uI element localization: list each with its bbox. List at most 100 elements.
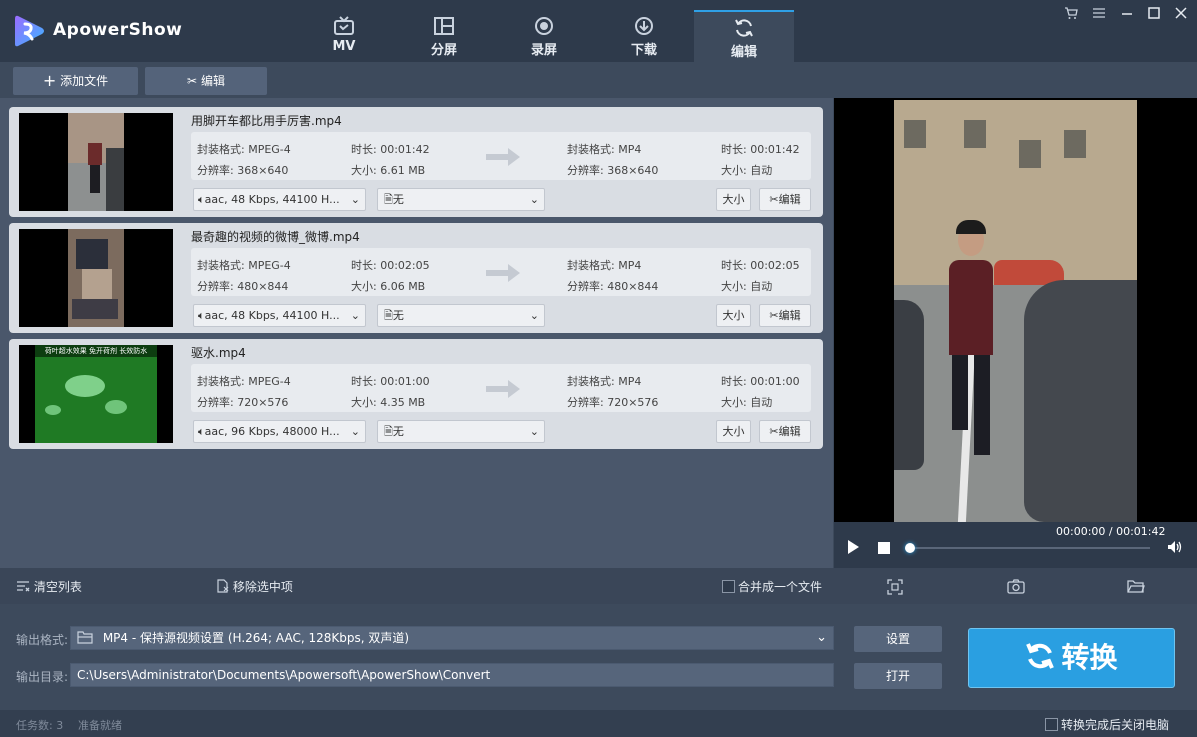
target-format: 封装格式: MP4 (567, 375, 642, 388)
edit-file-button[interactable]: ✂编辑 (759, 188, 811, 211)
status-text: 准备就绪 (78, 719, 122, 732)
video-thumbnail (19, 113, 173, 211)
source-size: 大小: 6.06 MB (351, 280, 426, 293)
open-folder-button[interactable]: 打开 (854, 663, 942, 689)
convert-button[interactable]: 转换 (968, 628, 1175, 688)
video-preview[interactable] (834, 98, 1197, 522)
tab-edit[interactable]: 编辑 (694, 10, 794, 62)
file-info-panel: 封装格式: MPEG-4 时长: 00:01:42 分辨率: 368×640 大… (191, 132, 811, 180)
folder-grid-icon (77, 631, 93, 644)
tab-edit-label: 编辑 (730, 45, 757, 60)
document-icon: 🗎︎ (384, 309, 393, 322)
source-format: 封装格式: MPEG-4 (197, 259, 291, 272)
convert-refresh-icon (1026, 643, 1055, 669)
target-size: 大小: 自动 (721, 280, 773, 293)
download-icon (635, 17, 653, 35)
source-resolution: 分辨率: 480×844 (197, 280, 289, 293)
camera-icon[interactable] (1007, 579, 1025, 594)
target-duration: 时长: 00:01:00 (721, 375, 800, 388)
source-size: 大小: 4.35 MB (351, 396, 426, 409)
target-duration: 时长: 00:01:42 (721, 143, 800, 156)
file-card[interactable]: 最奇趣的视频的微博_微博.mp4 封装格式: MPEG-4 时长: 00:02:… (9, 223, 823, 333)
convert-arrow-icon (486, 148, 520, 166)
video-thumbnail (19, 229, 173, 327)
file-name: 驱水.mp4 (191, 346, 246, 360)
video-thumbnail: 荷叶超水效果 免开荷剂 长效防水 (19, 345, 173, 443)
app-logo-icon (15, 15, 44, 47)
audio-track-select[interactable]: 🔈︎aac, 48 Kbps, 44100 H... ⌄ (193, 304, 366, 327)
subtitle-select[interactable]: 🗎︎无 ⌄ (377, 304, 545, 327)
edit-toolbar-button[interactable]: ✂ 编辑 (145, 67, 267, 95)
scissors-icon: ✂ (769, 425, 779, 438)
seek-handle[interactable] (905, 543, 915, 553)
speaker-icon: 🔈︎ (198, 193, 205, 206)
output-format-label: 输出格式: (16, 633, 69, 647)
refresh-icon (735, 19, 753, 37)
settings-button[interactable]: 设置 (854, 626, 942, 652)
folder-icon[interactable] (1127, 579, 1145, 594)
player-controls: 00:00:00 / 00:01:42 (834, 522, 1197, 568)
edit-file-button[interactable]: ✂编辑 (759, 304, 811, 327)
audio-track-select[interactable]: 🔈︎aac, 48 Kbps, 44100 H... ⌄ (193, 188, 366, 211)
tab-download[interactable]: 下载 (594, 10, 694, 62)
remove-selected-button[interactable]: 移除选中项 (216, 578, 293, 595)
edit-file-button[interactable]: ✂编辑 (759, 420, 811, 443)
scissors-icon: ✂ (769, 309, 779, 322)
scissors-icon: ✂ (769, 193, 779, 206)
menu-icon[interactable] (1090, 6, 1108, 24)
toolbar: + 添加文件 ✂ 编辑 (0, 62, 1197, 98)
source-duration: 时长: 00:01:42 (351, 143, 430, 156)
tab-mv-label: MV (332, 39, 356, 54)
subtitle-select[interactable]: 🗎︎无 ⌄ (377, 420, 545, 443)
close-icon[interactable] (1172, 6, 1190, 24)
tv-icon (334, 16, 354, 35)
maximize-icon[interactable] (1145, 6, 1163, 24)
convert-arrow-icon (486, 264, 520, 282)
size-button[interactable]: 大小 (716, 420, 751, 443)
size-button[interactable]: 大小 (716, 188, 751, 211)
stop-icon[interactable] (878, 542, 890, 554)
file-list: 用脚开车都比用手厉害.mp4 封装格式: MPEG-4 时长: 00:01:42… (0, 98, 833, 568)
file-card[interactable]: 用脚开车都比用手厉害.mp4 封装格式: MPEG-4 时长: 00:01:42… (9, 107, 823, 217)
output-dir-input[interactable]: C:\Users\Administrator\Documents\Apowers… (70, 663, 834, 687)
target-format: 封装格式: MP4 (567, 259, 642, 272)
target-size: 大小: 自动 (721, 396, 773, 409)
source-size: 大小: 6.61 MB (351, 164, 426, 177)
player-time: 00:00:00 / 00:01:42 (1056, 525, 1166, 538)
shutdown-checkbox[interactable]: 转换完成后关闭电脑 (1045, 716, 1169, 733)
merge-checkbox[interactable]: 合并成一个文件 (722, 578, 822, 595)
tab-mv[interactable]: MV (294, 10, 394, 62)
output-format-select[interactable]: MP4 - 保持源视频设置 (H.264; AAC, 128Kbps, 双声道)… (70, 626, 834, 650)
subtitle-select[interactable]: 🗎︎无 ⌄ (377, 188, 545, 211)
tab-split-screen-label: 分屏 (430, 43, 457, 58)
list-action-bar: 清空列表 移除选中项 合并成一个文件 (0, 568, 1197, 604)
size-button[interactable]: 大小 (716, 304, 751, 327)
target-resolution: 分辨率: 720×576 (567, 396, 659, 409)
target-resolution: 分辨率: 480×844 (567, 280, 659, 293)
plus-icon: + (42, 71, 57, 90)
cart-icon[interactable] (1062, 6, 1080, 24)
tab-record-label: 录屏 (530, 43, 557, 58)
chevron-down-icon: ⌄ (350, 425, 360, 438)
tab-record[interactable]: 录屏 (494, 10, 594, 62)
play-icon[interactable] (848, 540, 859, 554)
tab-split-screen[interactable]: 分屏 (394, 10, 494, 62)
screenshot-frame-icon[interactable] (887, 579, 903, 595)
status-bar: 任务数: 3 准备就绪 转换完成后关闭电脑 (0, 710, 1197, 737)
audio-track-select[interactable]: 🔈︎aac, 96 Kbps, 48000 H... ⌄ (193, 420, 366, 443)
chevron-down-icon: ⌄ (529, 309, 539, 322)
remove-file-icon (217, 579, 229, 593)
minimize-icon[interactable] (1118, 6, 1136, 24)
file-card[interactable]: 荷叶超水效果 免开荷剂 长效防水 驱水.mp4 封装格式: MPEG-4 时长:… (9, 339, 823, 449)
thumbnail-caption: 荷叶超水效果 免开荷剂 长效防水 (35, 345, 157, 357)
target-resolution: 分辨率: 368×640 (567, 164, 659, 177)
chevron-down-icon: ⌄ (816, 630, 827, 645)
clear-list-button[interactable]: 清空列表 (16, 578, 82, 595)
scissors-icon: ✂ (187, 74, 198, 88)
chevron-down-icon: ⌄ (529, 425, 539, 438)
chevron-down-icon: ⌄ (529, 193, 539, 206)
tab-download-label: 下载 (630, 43, 657, 58)
volume-icon[interactable] (1167, 540, 1183, 554)
add-file-button[interactable]: + 添加文件 (13, 67, 138, 95)
seek-bar[interactable] (905, 543, 1150, 553)
